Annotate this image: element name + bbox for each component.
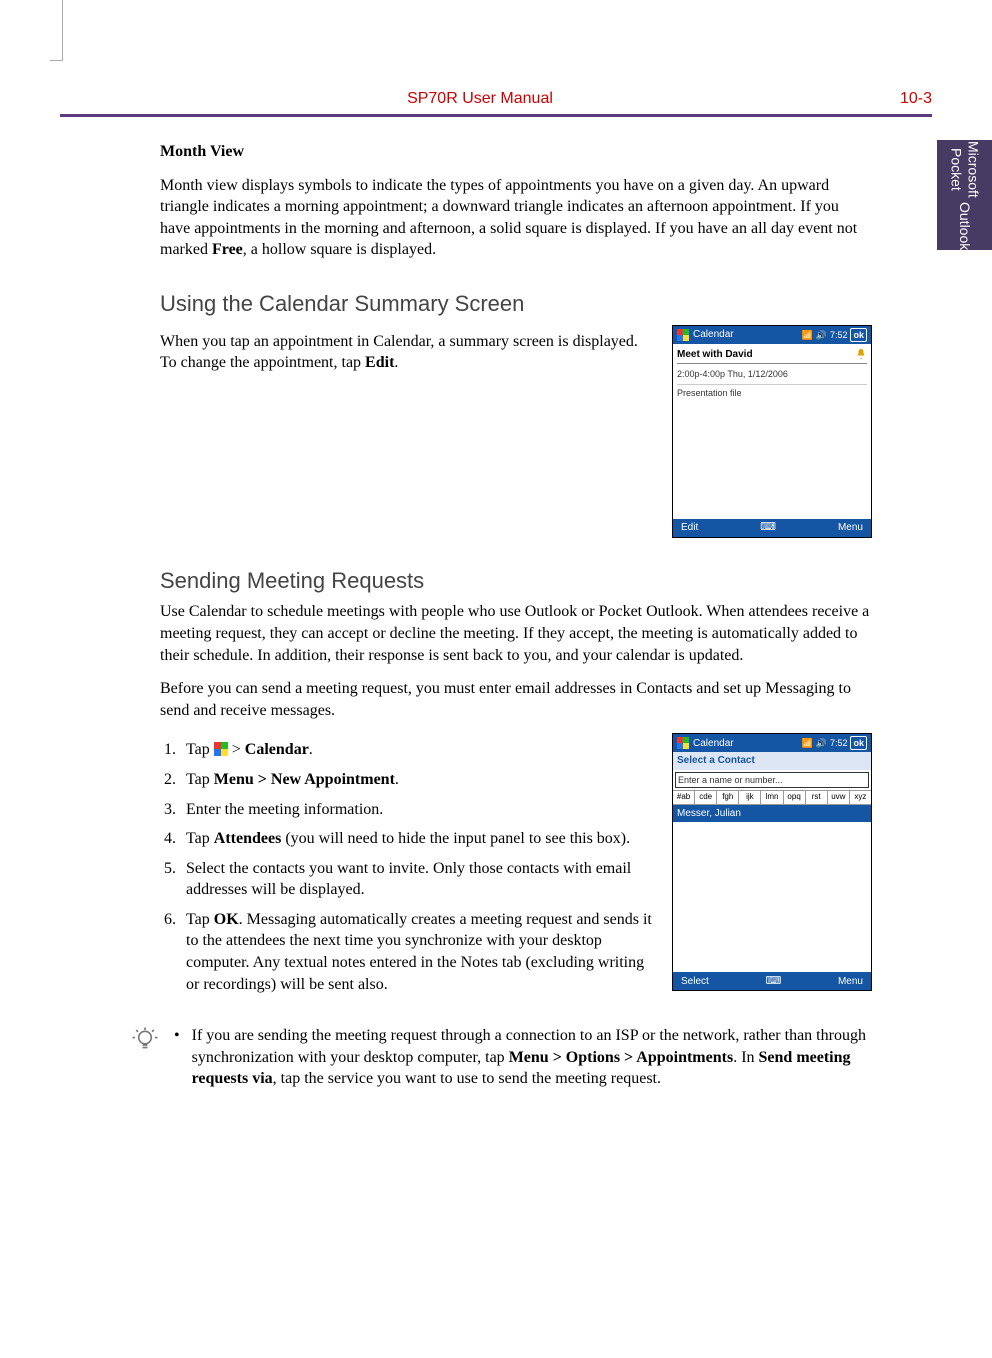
alpha-tab[interactable]: opq	[784, 791, 806, 804]
ss2-ok-button[interactable]: ok	[850, 736, 867, 750]
section-tab-line2: Outlook	[956, 202, 973, 250]
step-6-b: . Messaging automatically creates a meet…	[186, 911, 652, 993]
ss2-alpha-row[interactable]: #ab cde fgh ijk lmn opq rst uvw xyz	[673, 790, 871, 805]
start-icon	[677, 329, 689, 341]
start-icon	[677, 737, 689, 749]
meeting-steps: Tap > Calendar. Tap Menu > New Appointme…	[160, 739, 652, 995]
ss1-note: Presentation file	[677, 384, 867, 399]
meeting-para2: Before you can send a meeting request, y…	[160, 678, 872, 721]
alpha-tab[interactable]: ijk	[739, 791, 761, 804]
signal-icon: 📶	[802, 737, 813, 749]
step-4-bold: Attendees	[214, 830, 282, 847]
step-2-b: .	[395, 771, 399, 788]
ss2-name-input[interactable]: Enter a name or number...	[675, 772, 869, 788]
step-5: Select the contacts you want to invite. …	[180, 858, 652, 901]
tip-bold1: Menu > Options > Appointments	[509, 1049, 734, 1066]
month-view-body-part2: , a hollow square is displayed.	[243, 241, 436, 258]
tip-block: • If you are sending the meeting request…	[130, 1025, 872, 1090]
section-tab-line1: Microsoft Pocket	[948, 140, 982, 198]
alpha-tab[interactable]: rst	[806, 791, 828, 804]
step-6-bold: OK	[214, 911, 239, 928]
alpha-tab[interactable]: xyz	[850, 791, 871, 804]
meeting-para1: Use Calendar to schedule meetings with p…	[160, 601, 872, 666]
step-2-bold: Menu > New Appointment	[214, 771, 395, 788]
step-6-a: Tap	[186, 911, 214, 928]
ss2-app-name: Calendar	[693, 737, 734, 751]
step-3: Enter the meeting information.	[180, 799, 652, 821]
alpha-tab[interactable]: uvw	[828, 791, 850, 804]
manual-title: SP70R User Manual	[407, 90, 553, 108]
step-2-a: Tap	[186, 771, 214, 788]
lightbulb-icon	[130, 1025, 160, 1055]
ss1-menu-button[interactable]: Menu	[838, 521, 863, 535]
summary-body-part1: When you tap an appointment in Calendar,…	[160, 333, 638, 372]
ss1-titlebar: Calendar 📶 🔊 7:52 ok	[673, 326, 871, 344]
calendar-summary-screenshot: Calendar 📶 🔊 7:52 ok Meet with David 2:0…	[672, 325, 872, 538]
ss1-datetime: 2:00p-4:00p Thu, 1/12/2006	[677, 368, 867, 380]
tip-part2: . In	[733, 1049, 758, 1066]
ss1-subject: Meet with David	[677, 348, 753, 362]
tip-body: If you are sending the meeting request t…	[192, 1025, 872, 1090]
ss1-bottombar: Edit ⌨ Menu	[673, 519, 871, 537]
ss2-bottombar: Select ⌨ Menu	[673, 972, 871, 990]
volume-icon: 🔊	[816, 737, 827, 749]
summary-body: When you tap an appointment in Calendar,…	[160, 331, 652, 374]
summary-heading: Using the Calendar Summary Screen	[160, 289, 872, 319]
bell-icon	[855, 348, 867, 360]
select-contact-screenshot: Calendar 📶 🔊 7:52 ok Select a Contact En…	[672, 733, 872, 991]
alpha-tab[interactable]: lmn	[761, 791, 783, 804]
summary-edit-word: Edit	[365, 354, 394, 371]
alpha-tab[interactable]: cde	[695, 791, 717, 804]
start-icon-inline	[214, 742, 228, 756]
month-view-heading: Month View	[160, 143, 244, 160]
ss2-titlebar: Calendar 📶 🔊 7:52 ok	[673, 734, 871, 752]
page-number: 10-3	[900, 90, 932, 108]
section-tab: Microsoft Pocket Outlook	[937, 140, 992, 250]
month-view-free-word: Free	[212, 241, 243, 258]
step-2: Tap Menu > New Appointment.	[180, 769, 652, 791]
keyboard-icon[interactable]: ⌨	[765, 974, 781, 989]
ss2-select-contact-label: Select a Contact	[673, 752, 871, 770]
step-1: Tap > Calendar.	[180, 739, 652, 761]
ss2-menu-button[interactable]: Menu	[838, 975, 863, 989]
step-1-c: .	[309, 741, 313, 758]
ss1-app-name: Calendar	[693, 328, 734, 342]
meeting-heading: Sending Meeting Requests	[160, 566, 872, 596]
alpha-tab[interactable]: #ab	[673, 791, 695, 804]
step-1-b: >	[228, 741, 245, 758]
alpha-tab[interactable]: fgh	[717, 791, 739, 804]
tip-part3: , tap the service you want to use to sen…	[273, 1070, 661, 1087]
step-1-a: Tap	[186, 741, 214, 758]
ss2-clock: 7:52	[830, 737, 848, 749]
ss1-subject-row: Meet with David	[677, 348, 867, 365]
volume-icon: 🔊	[816, 329, 827, 341]
page-header: SP70R User Manual 10-3	[60, 90, 932, 117]
step-6: Tap OK. Messaging automatically creates …	[180, 909, 652, 995]
ss2-contact-item[interactable]: Messer, Julian	[673, 805, 871, 823]
signal-icon: 📶	[802, 329, 813, 341]
tip-bullet: •	[174, 1025, 180, 1090]
ss1-clock: 7:52	[830, 329, 848, 341]
summary-body-part2: .	[394, 354, 398, 371]
ss1-edit-button[interactable]: Edit	[681, 521, 698, 535]
keyboard-icon[interactable]: ⌨	[760, 520, 776, 535]
step-4-b: (you will need to hide the input panel t…	[281, 830, 630, 847]
page-corner-decoration	[50, 0, 63, 61]
ss1-ok-button[interactable]: ok	[850, 328, 867, 342]
ss2-select-button[interactable]: Select	[681, 975, 709, 989]
month-view-body: Month view displays symbols to indicate …	[160, 175, 872, 261]
step-4: Tap Attendees (you will need to hide the…	[180, 828, 652, 850]
step-1-bold: Calendar	[245, 741, 309, 758]
step-4-a: Tap	[186, 830, 214, 847]
